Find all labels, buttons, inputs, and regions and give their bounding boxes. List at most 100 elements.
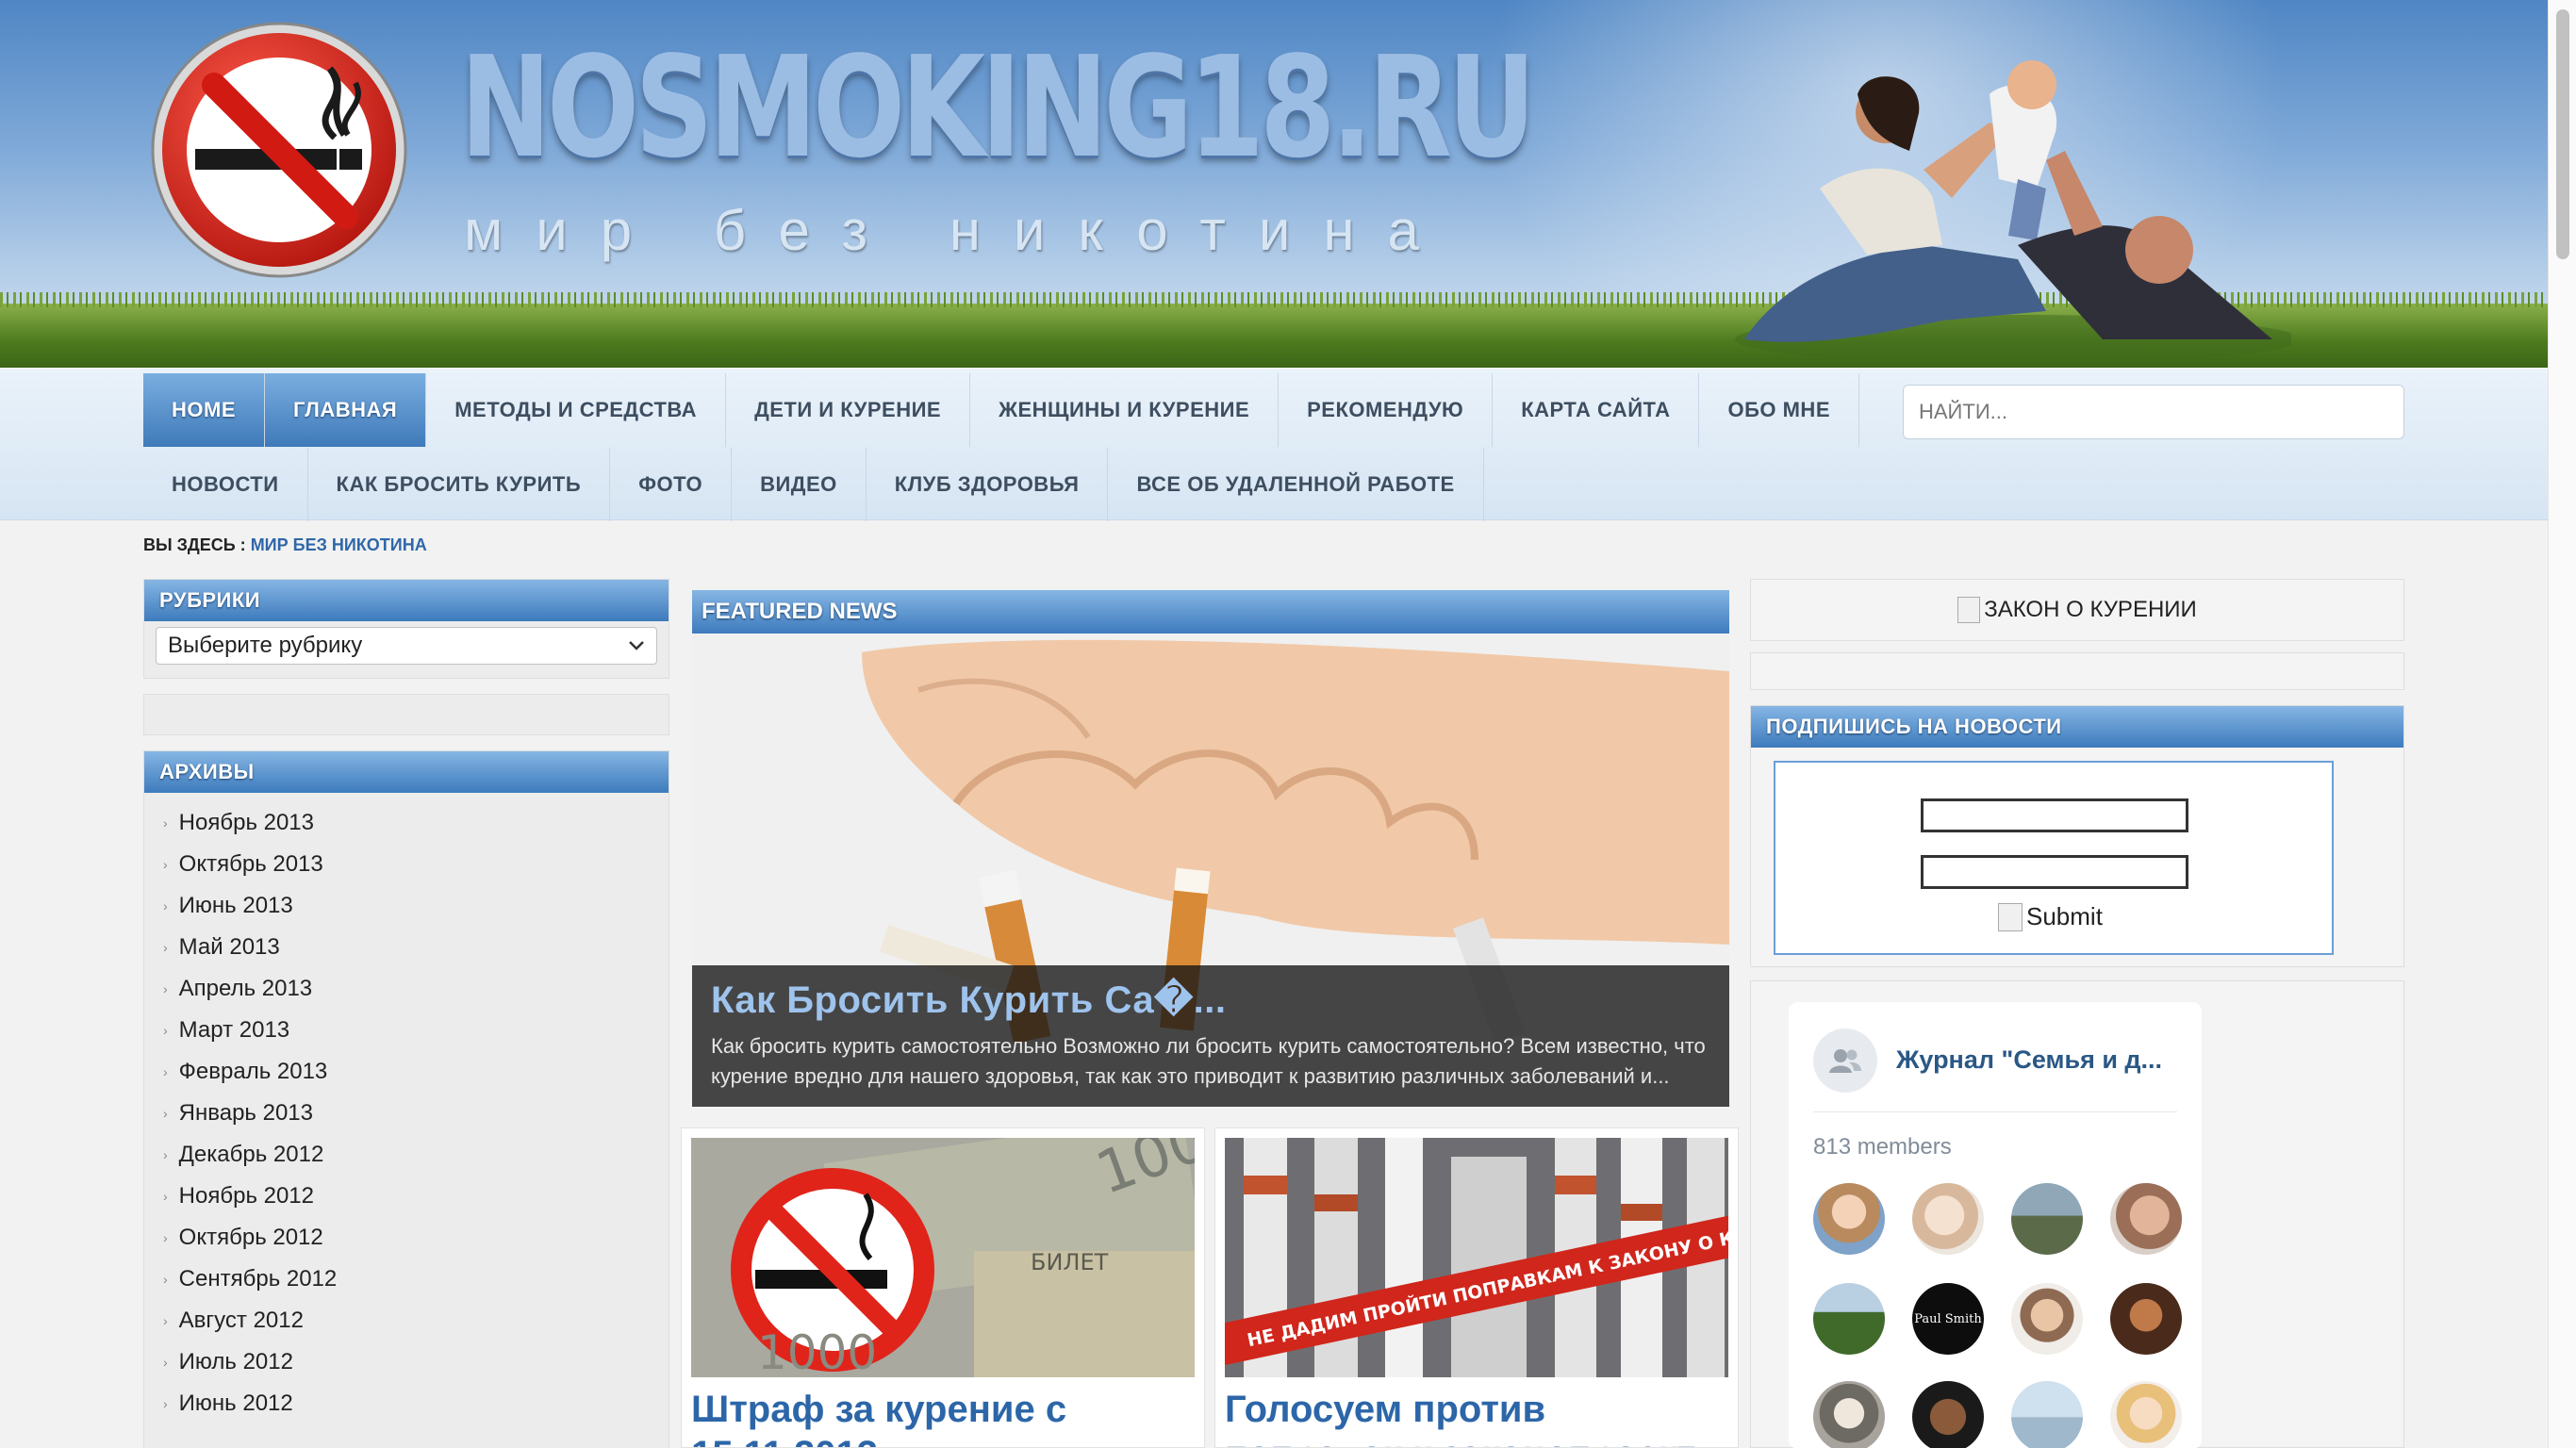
archive-item[interactable]: › Сентябрь 2012 [163,1259,669,1300]
archive-item[interactable]: › Июнь 2012 [163,1383,669,1424]
chevron-right-icon: › [163,1147,168,1162]
smoking-law-image-alt: ЗАКОН О КУРЕНИИ [1984,597,2197,622]
archive-item[interactable]: › Август 2012 [163,1300,669,1341]
archive-item[interactable]: › Апрель 2013 [163,968,669,1010]
nav-item-remote-work[interactable]: ВСЕ ОБ УДАЛЕННОЙ РАБОТЕ [1108,448,1484,521]
archive-item-label: Январь 2013 [178,1100,313,1126]
archive-item[interactable]: › Ноябрь 2013 [163,802,669,844]
member-avatar[interactable] [2011,1381,2083,1448]
no-smoking-logo-icon[interactable] [146,17,412,283]
fine-money-no-smoking-image: 100 БИЛЕТ 1000 [691,1138,1195,1377]
chevron-right-icon: › [163,1230,168,1245]
empty-widget-right [1750,652,2404,690]
nav-item-women[interactable]: ЖЕНЩИНЫ И КУРЕНИЕ [970,373,1280,447]
breadcrumb-prefix: ВЫ ЗДЕСЬ : [143,535,246,554]
search-input[interactable] [1903,385,2404,439]
member-avatar[interactable]: Paul Smith [1912,1283,1984,1355]
post-title[interactable]: Штраф за курение с 15.11.2013 [691,1387,1195,1447]
member-avatar[interactable] [2110,1381,2182,1448]
archive-item-label: Сентябрь 2012 [178,1266,338,1292]
member-avatar[interactable] [2011,1283,2083,1355]
archive-item[interactable]: › Февраль 2013 [163,1051,669,1093]
post-title[interactable]: Голосуем против поправок к законопроекту [1225,1387,1728,1447]
archive-item-label: Июнь 2012 [178,1390,293,1416]
archive-item[interactable]: › Октябрь 2013 [163,844,669,885]
empty-widget-left [143,694,669,735]
archive-item[interactable]: › Декабрь 2012 [163,1134,669,1176]
site-title[interactable]: NOSMOKING18.RU [460,38,1536,177]
smoking-law-widget[interactable]: ЗАКОН О КУРЕНИИ [1750,579,2404,641]
member-avatar[interactable] [1813,1381,1885,1448]
submit-button[interactable]: Submit [1998,902,2103,931]
featured-news-title[interactable]: Как Бросить Курить Са�... [711,979,1710,1022]
member-avatar[interactable] [2110,1283,2182,1355]
avatar-text: Paul Smith [1914,1311,1982,1326]
archive-item[interactable]: › Июнь 2013 [163,885,669,927]
nav-item-video[interactable]: ВИДЕО [732,448,867,521]
nav-item-photo[interactable]: ФОТО [610,448,733,521]
nav-item-news[interactable]: НОВОСТИ [143,448,308,521]
archive-item-label: Март 2013 [178,1017,290,1043]
archive-item[interactable]: › Январь 2013 [163,1093,669,1134]
nav-item-children[interactable]: ДЕТИ И КУРЕНИЕ [726,373,971,447]
archive-item-label: Февраль 2013 [178,1059,328,1084]
breadcrumb-current-link[interactable]: МИР БЕЗ НИКОТИНА [251,535,427,554]
main-navigation: HOME ГЛАВНАЯ МЕТОДЫ И СРЕДСТВА ДЕТИ И КУ… [0,368,2548,521]
member-avatar[interactable] [1912,1381,1984,1448]
member-avatar[interactable] [1813,1183,1885,1255]
archive-item-label: Июнь 2013 [178,893,293,918]
subscribe-email-field[interactable] [1921,798,2188,832]
vertical-scrollbar[interactable] [2548,0,2576,1448]
broken-image-icon [1957,597,1981,623]
featured-news-excerpt: Как бросить курить самостоятельно Возмож… [711,1034,1706,1088]
archive-item[interactable]: › Май 2013 [163,927,669,968]
post-image[interactable]: 100 БИЛЕТ 1000 [691,1138,1195,1377]
archives-list: › Ноябрь 2013 › Октябрь 2013 › Июнь 2013 › М… [144,793,669,1424]
archive-item[interactable]: › Октябрь 2012 [163,1217,669,1259]
subscribe-name-field[interactable] [1921,855,2188,889]
post-image[interactable]: НЕ ДАДИМ ПРОЙТИ ПОПРАВКАМ К ЗАКОНУ О КУР… [1225,1138,1728,1377]
archive-item[interactable]: › Ноябрь 2012 [163,1176,669,1217]
breadcrumb: ВЫ ЗДЕСЬ : МИР БЕЗ НИКОТИНА [143,535,427,555]
family-photo [1735,60,2291,358]
vk-group-name[interactable]: Журнал "Семья и д... [1896,1045,2162,1075]
featured-news-heading: FEATURED NEWS [692,590,1729,634]
chevron-down-icon [629,641,644,650]
archives-widget: АРХИВЫ › Ноябрь 2013 › Октябрь 2013 › Июнь … [143,750,669,1448]
chevron-right-icon: › [163,815,168,831]
archive-item[interactable]: › Март 2013 [163,1010,669,1051]
categories-widget: РУБРИКИ Выберите рубрику [143,579,669,679]
member-avatar[interactable] [2011,1183,2083,1255]
vk-group-widget: Журнал "Семья и д... 813 members Paul Sm… [1750,980,2404,1448]
nav-item-health-club[interactable]: КЛУБ ЗДОРОВЬЯ [867,448,1109,521]
cigarettes-banner-image: НЕ ДАДИМ ПРОЙТИ ПОПРАВКАМ К ЗАКОНУ О КУР… [1225,1138,1728,1377]
nav-item-recommend[interactable]: РЕКОМЕНДУЮ [1279,373,1494,447]
nav-item-home[interactable]: HOME [143,373,265,447]
site-header: NOSMOKING18.RU мир без никотина [0,0,2548,368]
vk-group-card: Журнал "Семья и д... 813 members Paul Sm… [1789,1002,2202,1448]
nav-item-methods[interactable]: МЕТОДЫ И СРЕДСТВА [426,373,727,447]
scrollbar-thumb[interactable] [2556,9,2569,259]
nav-row-secondary: НОВОСТИ КАК БРОСИТЬ КУРИТЬ ФОТО ВИДЕО КЛ… [143,448,1484,521]
archive-item-label: Июль 2012 [178,1349,293,1374]
member-avatar[interactable] [2110,1183,2182,1255]
chevron-right-icon: › [163,1355,168,1370]
featured-news-slider: FEATURED NEWS Как Бросить Курить Са�... … [692,590,1729,1107]
featured-news-caption: Как Бросить Курить Са�... Как бросить ку… [692,965,1729,1107]
archive-item[interactable]: › Июль 2012 [163,1341,669,1383]
nav-item-sitemap[interactable]: КАРТА САЙТА [1493,373,1700,447]
post-card: НЕ ДАДИМ ПРОЙТИ ПОПРАВКАМ К ЗАКОНУ О КУР… [1214,1127,1739,1448]
archive-item-label: Ноябрь 2012 [178,1183,315,1209]
nav-item-quit-smoking[interactable]: КАК БРОСИТЬ КУРИТЬ [308,448,611,521]
member-avatar[interactable] [1912,1183,1984,1255]
category-select[interactable]: Выберите рубрику [156,627,657,665]
chevron-right-icon: › [163,857,168,872]
nav-item-glavnaya[interactable]: ГЛАВНАЯ [265,373,427,447]
chevron-right-icon: › [163,1106,168,1121]
archive-item-label: Апрель 2013 [178,976,313,1001]
group-avatar[interactable] [1813,1028,1877,1093]
categories-widget-title: РУБРИКИ [144,580,669,621]
member-avatar[interactable] [1813,1283,1885,1355]
archive-item-label: Май 2013 [178,934,280,960]
nav-item-about[interactable]: ОБО МНЕ [1699,373,1859,447]
